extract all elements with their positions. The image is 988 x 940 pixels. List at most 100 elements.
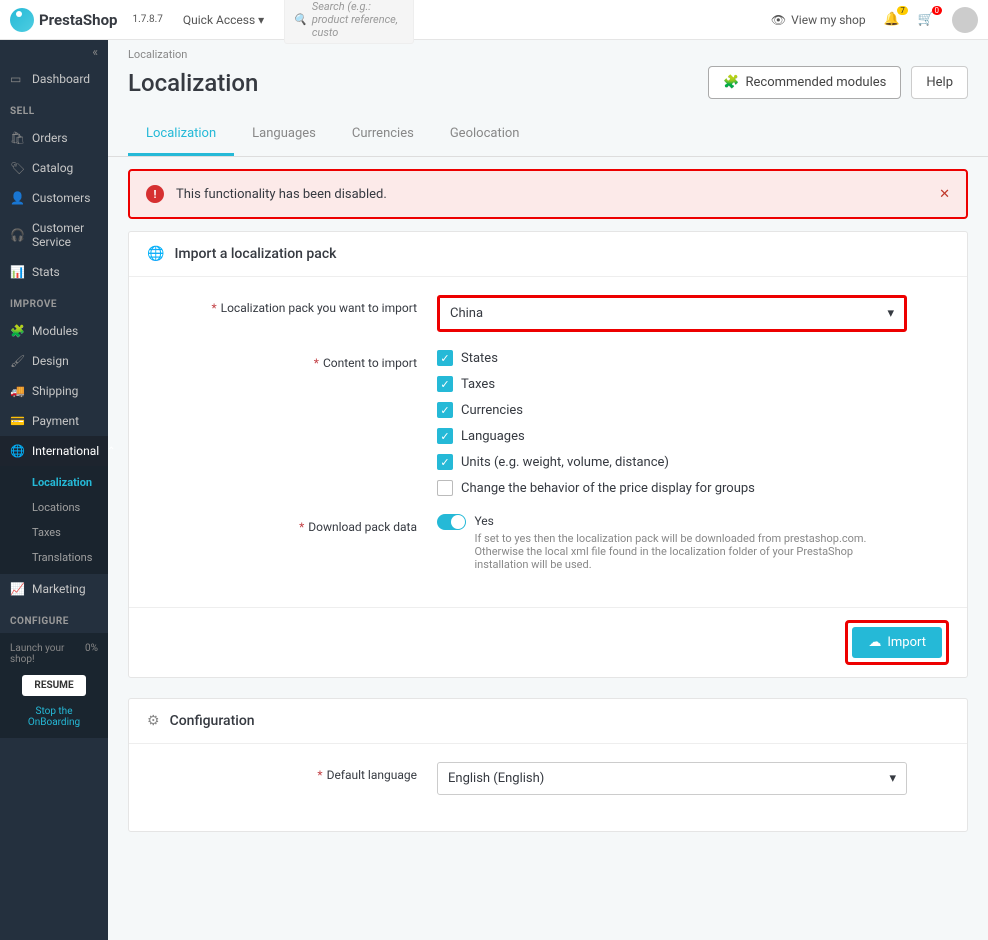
content-label: *Content to import (147, 350, 437, 370)
default-language-select[interactable]: English (English) ▾ (437, 762, 907, 795)
gear-icon: ⚙ (147, 713, 160, 729)
configuration-card: ⚙ Configuration *Default language Englis… (128, 698, 968, 832)
launch-pct: 0% (85, 643, 98, 665)
alert-close-icon[interactable]: ✕ (939, 187, 950, 202)
onboarding-panel: Launch your shop! 0% RESUME Stop the OnB… (0, 633, 108, 738)
search-input[interactable]: 🔍 Search (e.g.: product reference, custo (284, 0, 414, 44)
download-yes-label: Yes (474, 514, 907, 528)
checkbox-units[interactable]: ✓ (437, 454, 453, 470)
download-toggle[interactable] (437, 514, 466, 530)
sidebar-shipping[interactable]: 🚚Shipping (0, 376, 108, 406)
sidebar-stats[interactable]: 📊Stats (0, 257, 108, 287)
stop-onboarding-link[interactable]: Stop the OnBoarding (10, 706, 98, 728)
sidebar-section-sell: SELL (0, 94, 108, 123)
import-button-highlight: ☁ Import (845, 620, 949, 665)
sidebar-international-submenu: Localization Locations Taxes Translation… (0, 466, 108, 574)
prestashop-icon (10, 8, 34, 32)
download-desc: If set to yes then the localization pack… (474, 532, 907, 571)
breadcrumb: Localization (108, 40, 988, 61)
sidebar-sub-taxes[interactable]: Taxes (0, 520, 108, 545)
puzzle-icon: 🧩 (723, 75, 739, 90)
check-currencies[interactable]: ✓Currencies (437, 402, 907, 418)
top-bar: PrestaShop 1.7.8.7 Quick Access ▾ 🔍 Sear… (0, 0, 988, 40)
logo[interactable]: PrestaShop (10, 8, 117, 32)
page-title: Localization (128, 69, 258, 97)
tab-geolocation[interactable]: Geolocation (432, 114, 538, 156)
checkbox-price-behavior[interactable] (437, 480, 453, 496)
launch-label: Launch your shop! (10, 643, 85, 665)
sidebar-sub-locations[interactable]: Locations (0, 495, 108, 520)
pack-label: *Localization pack you want to import (147, 295, 437, 315)
check-taxes[interactable]: ✓Taxes (437, 376, 907, 392)
sidebar-customer-service[interactable]: 🎧Customer Service (0, 213, 108, 257)
logo-text: PrestaShop (39, 11, 117, 29)
chevron-down-icon: ▾ (889, 771, 896, 786)
resume-button[interactable]: RESUME (22, 675, 85, 696)
dashboard-icon: ▭ (10, 72, 24, 86)
sidebar-sub-localization[interactable]: Localization (0, 470, 108, 495)
sidebar-customers[interactable]: 👤Customers (0, 183, 108, 213)
tab-localization[interactable]: Localization (128, 114, 234, 156)
localization-pack-select[interactable]: China ▾ (437, 295, 907, 332)
sidebar-section-configure: CONFIGURE (0, 604, 108, 633)
notifications-icon[interactable]: 🔔7 (884, 12, 900, 27)
profile-avatar[interactable] (952, 7, 978, 33)
payment-icon: 💳 (10, 414, 24, 428)
sidebar-section-improve: IMPROVE (0, 287, 108, 316)
globe-icon: 🌐 (10, 444, 24, 458)
alert-text: This functionality has been disabled. (176, 187, 387, 202)
main-content: Localization Localization 🧩 Recommended … (108, 40, 988, 940)
customers-icon: 👤 (10, 191, 24, 205)
check-languages[interactable]: ✓Languages (437, 428, 907, 444)
sidebar: « ▭Dashboard SELL 🛍Orders 🏷Catalog 👤Cust… (0, 40, 108, 940)
sidebar-modules[interactable]: 🧩Modules (0, 316, 108, 346)
version-label: 1.7.8.7 (132, 14, 162, 25)
alert-error: ! This functionality has been disabled. … (128, 169, 968, 219)
view-shop-link[interactable]: 👁 View my shop (771, 13, 866, 27)
modules-icon: 🧩 (10, 324, 24, 338)
tab-languages[interactable]: Languages (234, 114, 334, 156)
page-header: Localization 🧩 Recommended modules Help (108, 61, 988, 114)
quick-access-dropdown[interactable]: Quick Access ▾ (183, 13, 264, 27)
globe-icon: 🌐 (147, 246, 164, 262)
check-units[interactable]: ✓Units (e.g. weight, volume, distance) (437, 454, 907, 470)
sidebar-catalog[interactable]: 🏷Catalog (0, 153, 108, 183)
shipping-icon: 🚚 (10, 384, 24, 398)
tab-currencies[interactable]: Currencies (334, 114, 432, 156)
help-button[interactable]: Help (911, 66, 968, 99)
tab-bar: Localization Languages Currencies Geoloc… (108, 114, 988, 157)
stats-icon: 📊 (10, 265, 24, 279)
service-icon: 🎧 (10, 228, 24, 242)
sidebar-marketing[interactable]: 📈Marketing (0, 574, 108, 604)
import-card: 🌐 Import a localization pack *Localizati… (128, 231, 968, 678)
sidebar-collapse-icon[interactable]: « (0, 40, 108, 64)
sidebar-design[interactable]: 🖌Design (0, 346, 108, 376)
download-label: *Download pack data (147, 514, 437, 534)
sidebar-sub-translations[interactable]: Translations (0, 545, 108, 570)
import-card-header: 🌐 Import a localization pack (129, 232, 967, 277)
configuration-card-header: ⚙ Configuration (129, 699, 967, 744)
default-language-label: *Default language (147, 762, 437, 782)
marketing-icon: 📈 (10, 582, 24, 596)
check-states[interactable]: ✓States (437, 350, 907, 366)
sidebar-payment[interactable]: 💳Payment (0, 406, 108, 436)
eye-icon: 👁 (771, 13, 786, 27)
checkbox-languages[interactable]: ✓ (437, 428, 453, 444)
import-button[interactable]: ☁ Import (852, 627, 942, 658)
search-icon: 🔍 (293, 13, 307, 26)
sidebar-dashboard[interactable]: ▭Dashboard (0, 64, 108, 94)
sidebar-international[interactable]: 🌐International⌃ (0, 436, 108, 466)
recommended-modules-button[interactable]: 🧩 Recommended modules (708, 66, 901, 99)
sidebar-orders[interactable]: 🛍Orders (0, 123, 108, 153)
check-price-behavior[interactable]: Change the behavior of the price display… (437, 480, 907, 496)
checkbox-currencies[interactable]: ✓ (437, 402, 453, 418)
cloud-upload-icon: ☁ (868, 635, 881, 650)
error-icon: ! (146, 185, 164, 203)
debug-icon[interactable]: 🛒0 (918, 12, 934, 27)
search-placeholder: Search (e.g.: product reference, custo (312, 0, 405, 39)
checkbox-states[interactable]: ✓ (437, 350, 453, 366)
checkbox-taxes[interactable]: ✓ (437, 376, 453, 392)
catalog-icon: 🏷 (10, 161, 24, 175)
design-icon: 🖌 (10, 354, 24, 368)
chevron-down-icon: ▾ (887, 306, 894, 321)
